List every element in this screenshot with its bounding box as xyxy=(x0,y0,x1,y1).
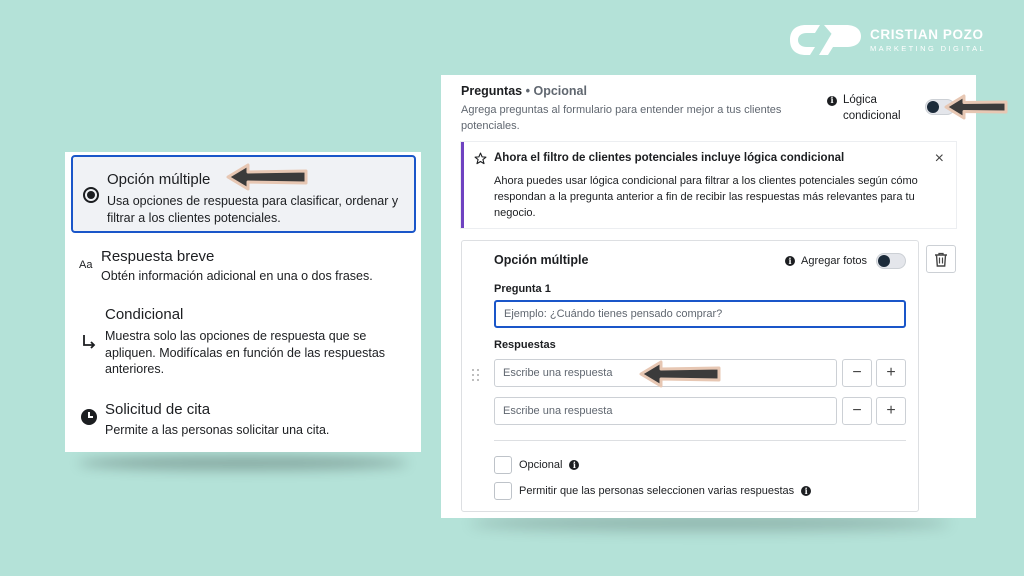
notice-title: Ahora el filtro de clientes potenciales … xyxy=(494,152,845,164)
optional-checkbox[interactable] xyxy=(494,456,512,474)
info-icon[interactable]: i xyxy=(827,95,837,106)
pointer-arrow-icon xyxy=(226,163,308,191)
add-photos: i Agregar fotos xyxy=(785,255,867,267)
question-input[interactable]: Ejemplo: ¿Cuándo tienes pensado comprar? xyxy=(494,300,906,328)
brand-logo: CRISTIAN POZO MARKETING DIGITAL xyxy=(786,22,986,58)
left-panel-shadow xyxy=(78,456,408,470)
text-aa-icon: Aa xyxy=(79,259,93,271)
info-icon[interactable]: i xyxy=(785,256,795,266)
add-answer-button[interactable]: + xyxy=(876,397,906,425)
option-description: Obtén información adicional en una o dos… xyxy=(101,269,373,283)
add-photos-toggle[interactable] xyxy=(876,253,906,269)
pointer-arrow-icon xyxy=(944,94,1008,120)
option-description: Muestra solo las opciones de respuesta q… xyxy=(105,329,386,376)
multi-select-checkbox-row: Permitir que las personas seleccionen va… xyxy=(494,482,812,500)
option-short-answer[interactable]: Aa Respuesta breve Obtén información adi… xyxy=(71,242,416,287)
questions-description: Agrega preguntas al formulario para ente… xyxy=(461,104,782,132)
questions-title: Preguntas xyxy=(461,84,523,98)
radio-selected-icon xyxy=(83,187,99,203)
optional-tag: • Opcional xyxy=(525,84,587,98)
right-panel-shadow xyxy=(470,516,950,530)
questions-heading: Preguntas • Opcional xyxy=(461,84,587,98)
notice-body: Ahora puedes usar lógica condicional par… xyxy=(494,175,918,219)
trash-icon xyxy=(935,252,947,267)
option-title: Respuesta breve xyxy=(101,248,215,265)
conditional-logic-label: Lógica condicional xyxy=(843,94,901,122)
brand-name: CRISTIAN POZO xyxy=(870,27,984,42)
info-icon[interactable]: i xyxy=(801,486,812,496)
answer-row: Escribe una respuesta − + xyxy=(494,397,906,425)
conditional-logic-notice: Ahora el filtro de clientes potenciales … xyxy=(461,142,956,228)
multi-select-label: Permitir que las personas seleccionen va… xyxy=(519,485,795,497)
option-conditional[interactable]: Condicional Muestra solo las opciones de… xyxy=(71,304,416,379)
star-icon xyxy=(474,152,487,165)
pointer-arrow-icon xyxy=(639,360,721,388)
brand-mark-icon xyxy=(790,25,861,55)
question-label: Pregunta 1 xyxy=(494,283,551,295)
add-answer-button[interactable]: + xyxy=(876,359,906,387)
delete-button[interactable] xyxy=(926,245,956,273)
close-icon[interactable]: × xyxy=(935,150,944,168)
clock-icon xyxy=(81,409,97,425)
answer-input[interactable]: Escribe una respuesta xyxy=(494,397,837,425)
option-title: Condicional xyxy=(105,306,184,323)
option-title: Opción múltiple xyxy=(107,171,211,188)
divider xyxy=(494,440,906,441)
add-photos-label: Agregar fotos xyxy=(801,255,868,267)
optional-checkbox-row: Opcional i xyxy=(494,456,580,474)
brand-subtitle: MARKETING DIGITAL xyxy=(870,44,987,53)
option-title: Solicitud de cita xyxy=(105,401,211,418)
remove-answer-button[interactable]: − xyxy=(842,397,872,425)
option-description: Permite a las personas solicitar una cit… xyxy=(105,423,330,437)
option-description: Usa opciones de respuesta para clasifica… xyxy=(107,194,399,225)
question-type-menu: Opción múltiple Usa opciones de respuest… xyxy=(65,152,421,452)
drag-handle-icon[interactable] xyxy=(472,369,480,383)
questions-editor: Preguntas • Opcional Agrega preguntas al… xyxy=(441,75,976,518)
answers-label: Respuestas xyxy=(494,339,556,351)
branch-arrow-icon xyxy=(83,335,96,349)
card-title: Opción múltiple xyxy=(494,253,589,267)
info-icon[interactable]: i xyxy=(569,460,580,470)
multi-select-checkbox[interactable] xyxy=(494,482,512,500)
option-appointment[interactable]: Solicitud de cita Permite a las personas… xyxy=(71,400,416,440)
optional-label: Opcional xyxy=(519,459,563,471)
remove-answer-button[interactable]: − xyxy=(842,359,872,387)
conditional-logic: i Lógica condicional xyxy=(827,93,905,124)
